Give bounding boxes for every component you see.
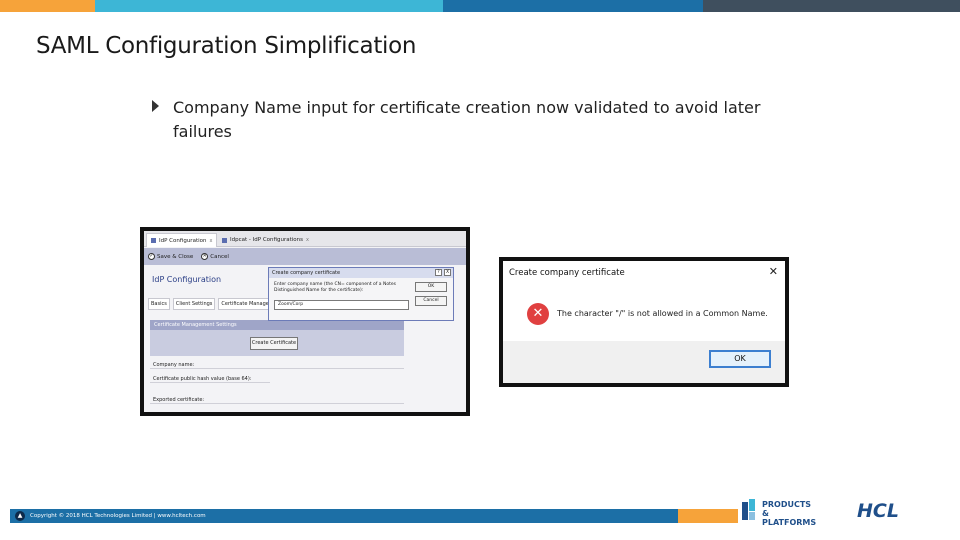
dialog-title: Create company certificate xyxy=(272,270,341,276)
bullet-text: Company Name input for certificate creat… xyxy=(173,98,761,141)
products-platforms-icon xyxy=(742,499,755,520)
cancel-icon: ✕ xyxy=(201,253,209,260)
tab-idp-configuration[interactable]: IdP Configuration x xyxy=(146,233,218,247)
dialog-title: Create company certificate xyxy=(509,268,625,278)
footer-accent xyxy=(678,509,738,523)
document-icon xyxy=(222,237,227,243)
create-certificate-dialog: Create company certificate ? X Enter com… xyxy=(268,267,454,321)
help-icon[interactable]: ? xyxy=(435,269,442,276)
cancel-button[interactable]: Cancel xyxy=(415,296,447,306)
logo-line-2: & PLATFORMS xyxy=(762,509,817,527)
certificate-hash-field: Certificate public hash value (base 64): xyxy=(150,376,270,383)
company-name-input[interactable]: Zoom/Corp xyxy=(274,300,409,310)
idp-configuration-screenshot: IdP Configuration x Idpcat - IdP Configu… xyxy=(140,227,470,416)
cancel-button[interactable]: ✕ Cancel xyxy=(201,253,229,260)
section-title: Certificate Management Settings xyxy=(150,320,404,330)
dialog-footer: OK xyxy=(503,341,785,383)
tab-bar: IdP Configuration x Idpcat - IdP Configu… xyxy=(144,231,466,247)
save-close-button[interactable]: ✓ Save & Close xyxy=(148,253,193,260)
top-bar-gray xyxy=(703,0,960,12)
form-subtabs: Basics Client Settings Certificate Manag… xyxy=(148,298,285,310)
top-color-bar xyxy=(0,0,960,12)
close-icon[interactable]: x xyxy=(209,235,212,247)
exported-certificate-field: Exported certificate: xyxy=(150,397,404,404)
error-dialog-screenshot: Create company certificate ✕ ✕ The chara… xyxy=(499,257,789,387)
error-message: The character "/" is not allowed in a Co… xyxy=(557,309,768,318)
error-icon: ✕ xyxy=(527,303,549,325)
bullet-arrow-icon xyxy=(152,100,159,112)
ok-button[interactable]: OK xyxy=(709,350,771,368)
footer-bar: ▲ Copyright © 2018 HCL Technologies Limi… xyxy=(10,509,678,523)
certificate-management-section: Certificate Management Settings Create C… xyxy=(150,320,404,356)
document-icon xyxy=(151,238,156,243)
hcl-logo-text: HCL xyxy=(857,500,899,520)
bullet-point: Company Name input for certificate creat… xyxy=(152,96,802,144)
form-heading: IdP Configuration xyxy=(152,275,222,284)
close-icon[interactable]: X xyxy=(444,269,451,276)
close-icon[interactable]: x xyxy=(306,234,309,246)
save-icon: ✓ xyxy=(148,253,155,260)
tab-idpcat[interactable]: Idpcat - IdP Configurations x xyxy=(218,233,313,247)
subtab-client-settings[interactable]: Client Settings xyxy=(172,298,216,310)
logo-line-1: PRODUCTS xyxy=(762,500,812,509)
top-bar-orange xyxy=(0,0,95,12)
toolbar: ✓ Save & Close ✕ Cancel xyxy=(144,248,466,265)
copyright-text: Copyright © 2018 HCL Technologies Limite… xyxy=(30,513,206,519)
products-platforms-logo: PRODUCTS & PLATFORMS xyxy=(740,496,816,527)
dialog-prompt: Enter company name (the CN= component of… xyxy=(274,282,396,293)
slide-title: SAML Configuration Simplification xyxy=(36,33,417,59)
close-icon[interactable]: ✕ xyxy=(769,265,778,278)
hcl-circle-icon: ▲ xyxy=(15,511,25,521)
create-certificate-button[interactable]: Create Certificate xyxy=(250,337,298,350)
hcl-logo: HCL xyxy=(857,500,899,520)
top-bar-blue xyxy=(443,0,703,12)
top-bar-cyan xyxy=(95,0,443,12)
ok-button[interactable]: OK xyxy=(415,282,447,292)
subtab-basics[interactable]: Basics xyxy=(148,298,170,310)
company-name-field: Company name: xyxy=(150,362,404,369)
